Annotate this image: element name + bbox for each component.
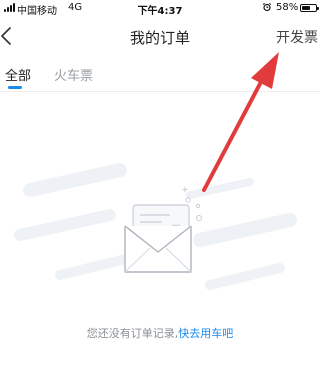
order-tabs: 全部 火车票	[0, 58, 320, 92]
empty-state-message: 您还没有订单记录,快去用车吧	[0, 325, 320, 341]
nav-bar: 我的订单 开发票	[0, 18, 320, 54]
battery-icon	[300, 4, 319, 12]
invoice-button[interactable]: 开发票	[276, 27, 318, 47]
tab-all[interactable]: 全部	[5, 65, 31, 84]
empty-message-text: 您还没有订单记录,	[86, 327, 179, 340]
page-title: 我的订单	[129, 29, 190, 47]
go-ride-link[interactable]: 快去用车吧	[178, 327, 233, 340]
battery-fill	[302, 6, 310, 10]
active-tab-indicator	[8, 86, 22, 89]
status-bar: 中国移动 4G 下午4:37 58%	[0, 0, 320, 18]
alarm-clock-icon	[262, 2, 272, 12]
battery-percent: 58%	[276, 2, 299, 13]
status-time: 下午4:37	[137, 6, 183, 17]
tab-train-tickets[interactable]: 火车票	[54, 65, 93, 84]
